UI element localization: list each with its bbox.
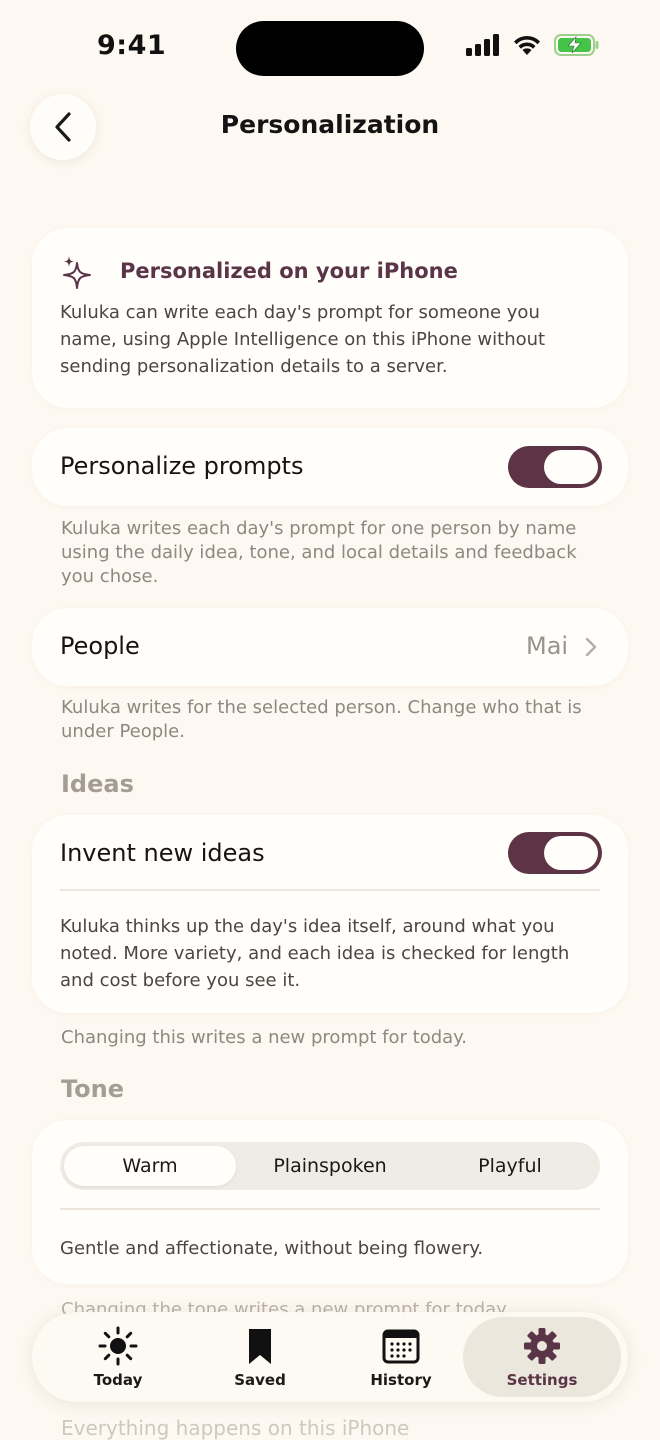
tab-settings-label: Settings: [506, 1370, 578, 1389]
tab-today-label: Today: [93, 1370, 143, 1389]
chevron-right-icon: [585, 637, 597, 657]
gear-icon: [524, 1327, 560, 1364]
tone-segmented-control: Warm Plainspoken Playful: [60, 1142, 600, 1190]
people-footer: Kuluka writes for the selected person. C…: [61, 697, 582, 742]
personalize-footer: Kuluka writes each day's prompt for one …: [61, 518, 577, 587]
tone-section-header: Tone: [61, 1075, 125, 1103]
ideas-footer: Changing this writes a new prompt for to…: [61, 1027, 467, 1048]
personalize-toggle[interactable]: [508, 446, 602, 488]
people-row[interactable]: People Mai: [32, 608, 628, 686]
toggle-knob: [544, 836, 598, 870]
tab-saved[interactable]: Saved: [190, 1312, 330, 1402]
ideas-section-header: Ideas: [61, 770, 134, 798]
tab-history-label: History: [370, 1370, 432, 1389]
info-title: Personalized on your iPhone: [120, 259, 458, 283]
wifi-icon: [514, 35, 540, 55]
status-icons: [466, 34, 600, 56]
sparkles-icon: [63, 256, 91, 289]
tab-saved-label: Saved: [234, 1370, 286, 1389]
tab-bar: Today Saved History Settings: [32, 1312, 628, 1402]
info-body: Kuluka can write each day's prompt for s…: [60, 302, 546, 377]
tone-option-plainspoken[interactable]: Plainspoken: [242, 1146, 418, 1186]
tone-card: Warm Plainspoken Playful Gentle and affe…: [32, 1120, 628, 1284]
tone-option-playful[interactable]: Playful: [424, 1146, 596, 1186]
info-card: Personalized on your iPhone Kuluka can w…: [32, 228, 628, 408]
sun-icon: [98, 1326, 138, 1365]
bookmark-icon: [249, 1328, 271, 1364]
people-label: People: [60, 632, 140, 660]
calendar-icon: [382, 1329, 420, 1363]
ideas-description: Kuluka thinks up the day's idea itself, …: [60, 916, 570, 991]
ideas-card: Invent new ideas Kuluka thinks up the da…: [32, 815, 628, 1013]
tab-history[interactable]: History: [331, 1312, 471, 1402]
divider: [60, 889, 600, 891]
personalize-label: Personalize prompts: [60, 452, 304, 480]
battery-charging-icon: [554, 34, 599, 56]
tone-description: Gentle and affectionate, without being f…: [60, 1238, 484, 1259]
dynamic-island: [236, 21, 424, 76]
page-title: Personalization: [220, 110, 440, 139]
status-time: 9:41: [97, 30, 167, 61]
tab-today[interactable]: Today: [48, 1312, 188, 1402]
divider: [60, 1208, 600, 1210]
personalize-row: Personalize prompts: [32, 428, 628, 506]
cellular-signal-icon: [466, 34, 499, 56]
invent-ideas-toggle[interactable]: [508, 832, 602, 874]
invent-ideas-label: Invent new ideas: [60, 839, 265, 867]
toggle-knob: [544, 450, 598, 484]
tab-settings[interactable]: Settings: [463, 1317, 621, 1397]
tone-option-warm[interactable]: Warm: [64, 1146, 236, 1186]
on-device-section-header: Everything happens on this iPhone: [61, 1416, 410, 1440]
people-value: Mai: [526, 632, 569, 660]
